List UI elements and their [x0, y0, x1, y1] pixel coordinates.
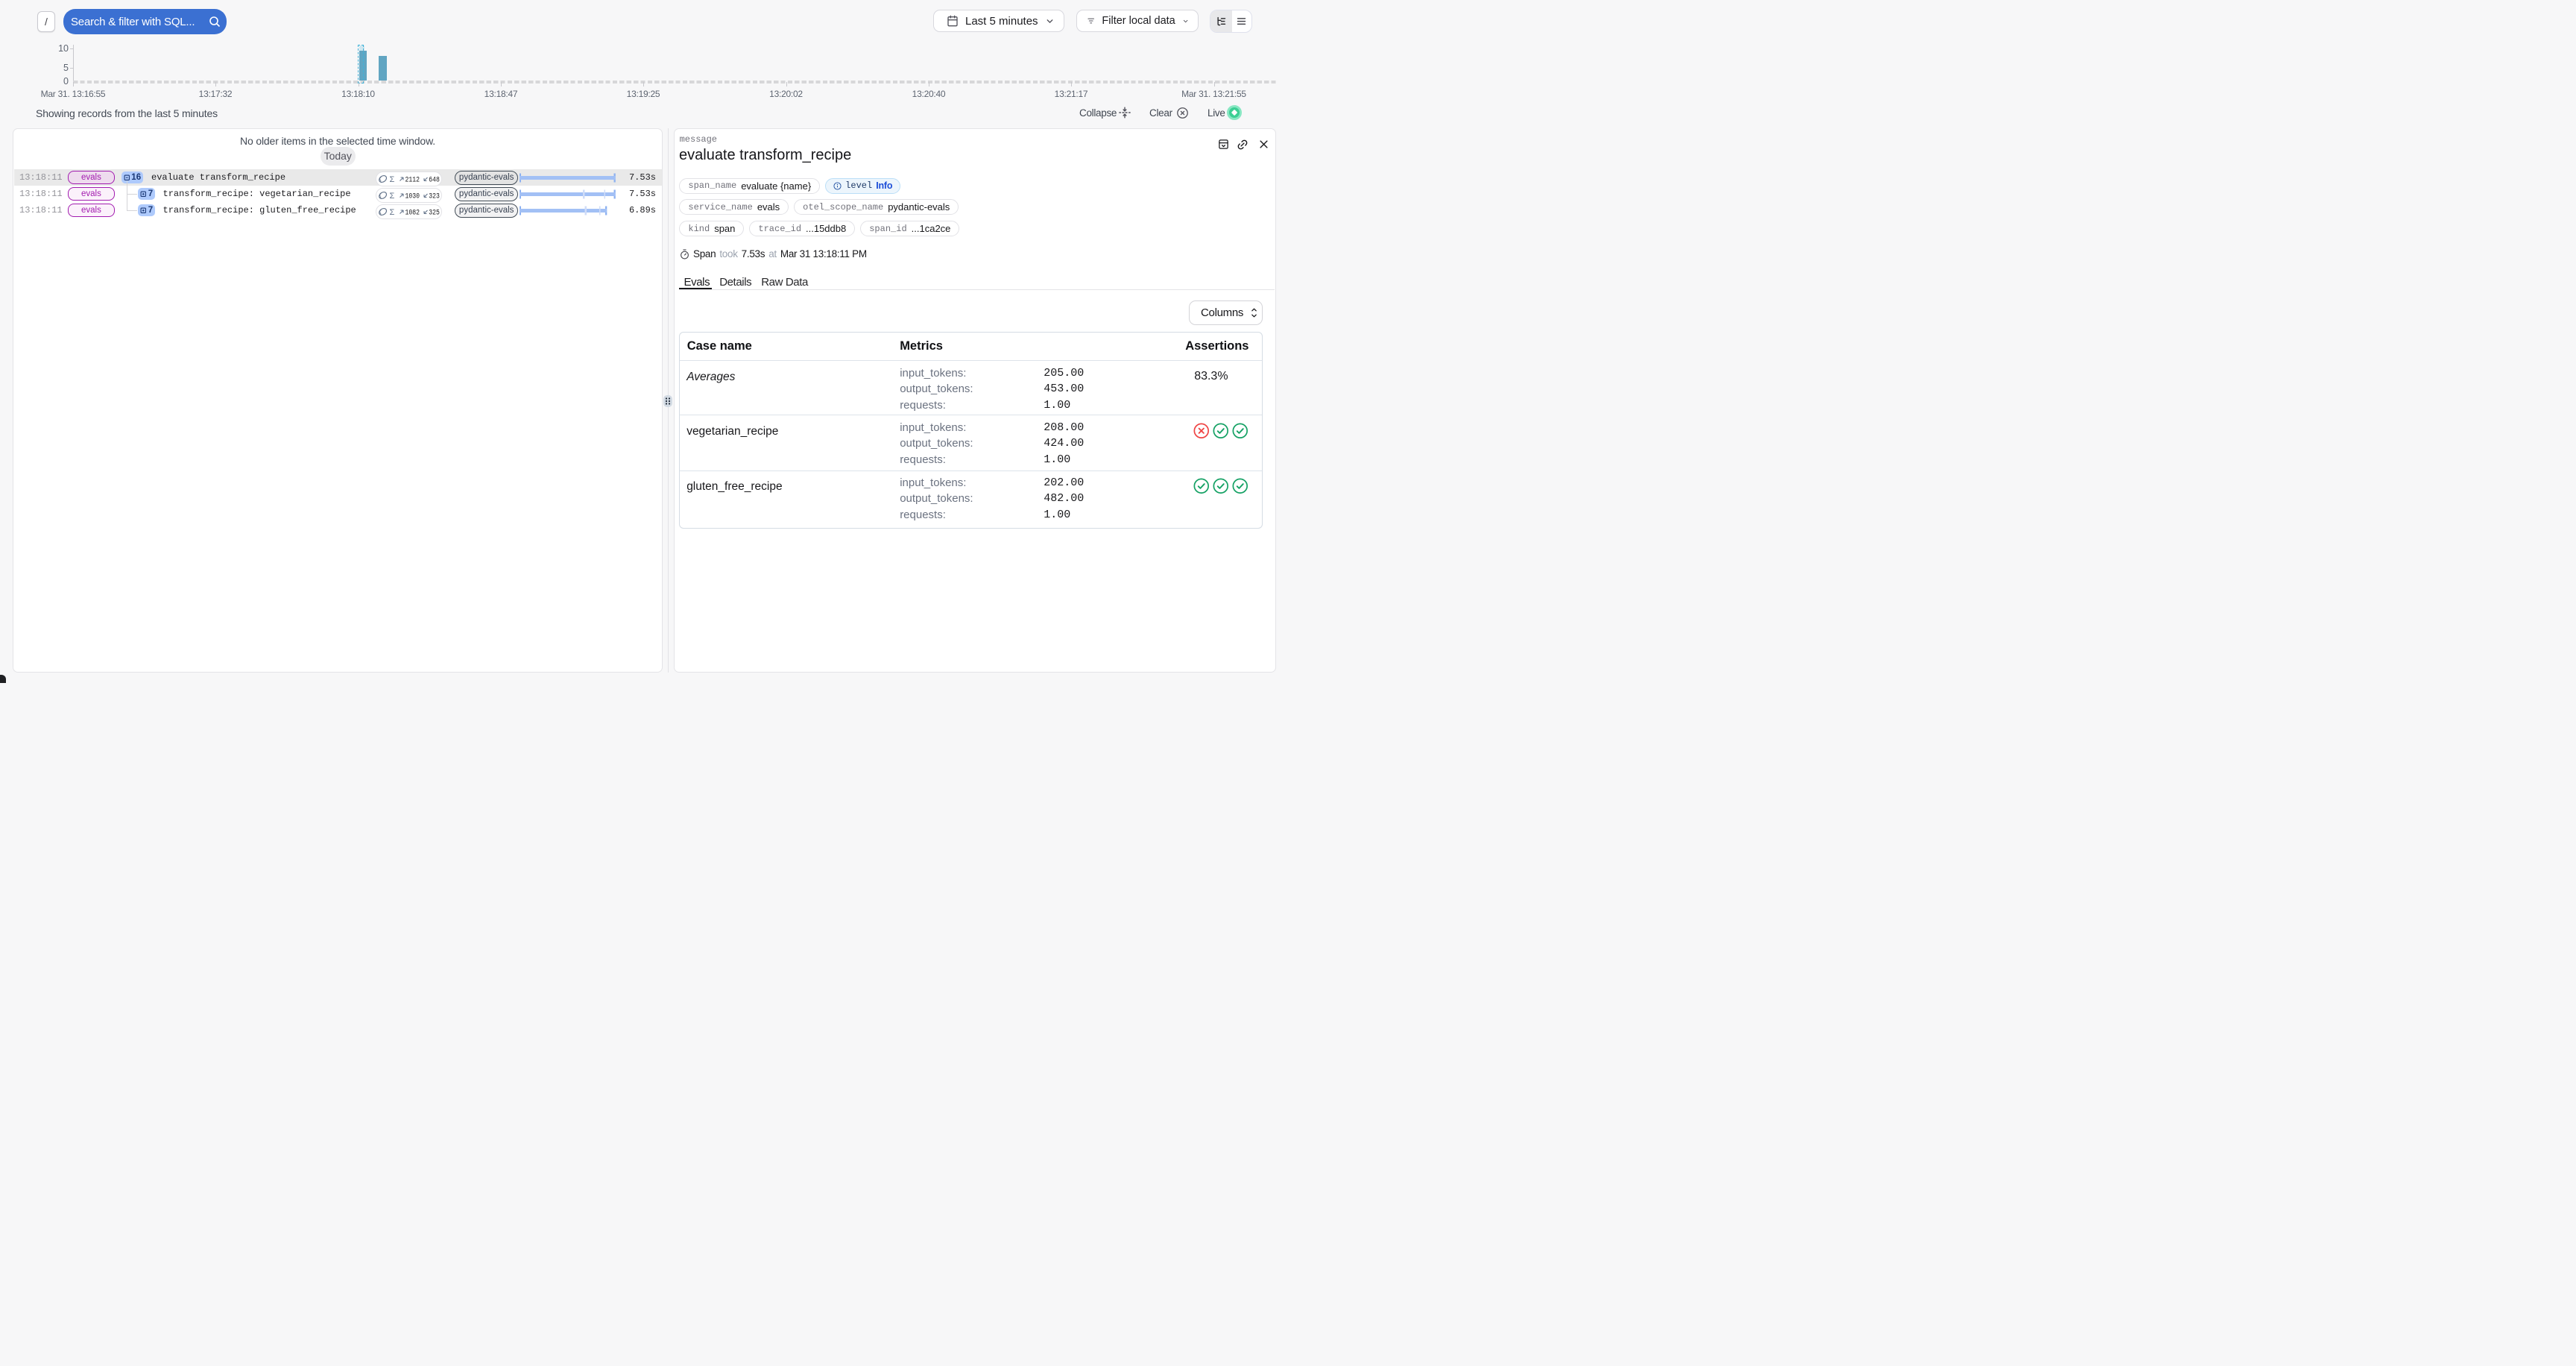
- svg-text:648: 648: [429, 175, 440, 184]
- svg-text:1082: 1082: [405, 208, 420, 217]
- svg-text:2112: 2112: [405, 175, 420, 184]
- svg-text:Σ: Σ: [390, 207, 395, 216]
- svg-text:1030: 1030: [405, 192, 420, 201]
- svg-text:325: 325: [429, 208, 440, 217]
- svg-text:Σ: Σ: [390, 174, 395, 183]
- svg-text:Σ: Σ: [390, 191, 395, 200]
- svg-text:323: 323: [429, 192, 440, 201]
